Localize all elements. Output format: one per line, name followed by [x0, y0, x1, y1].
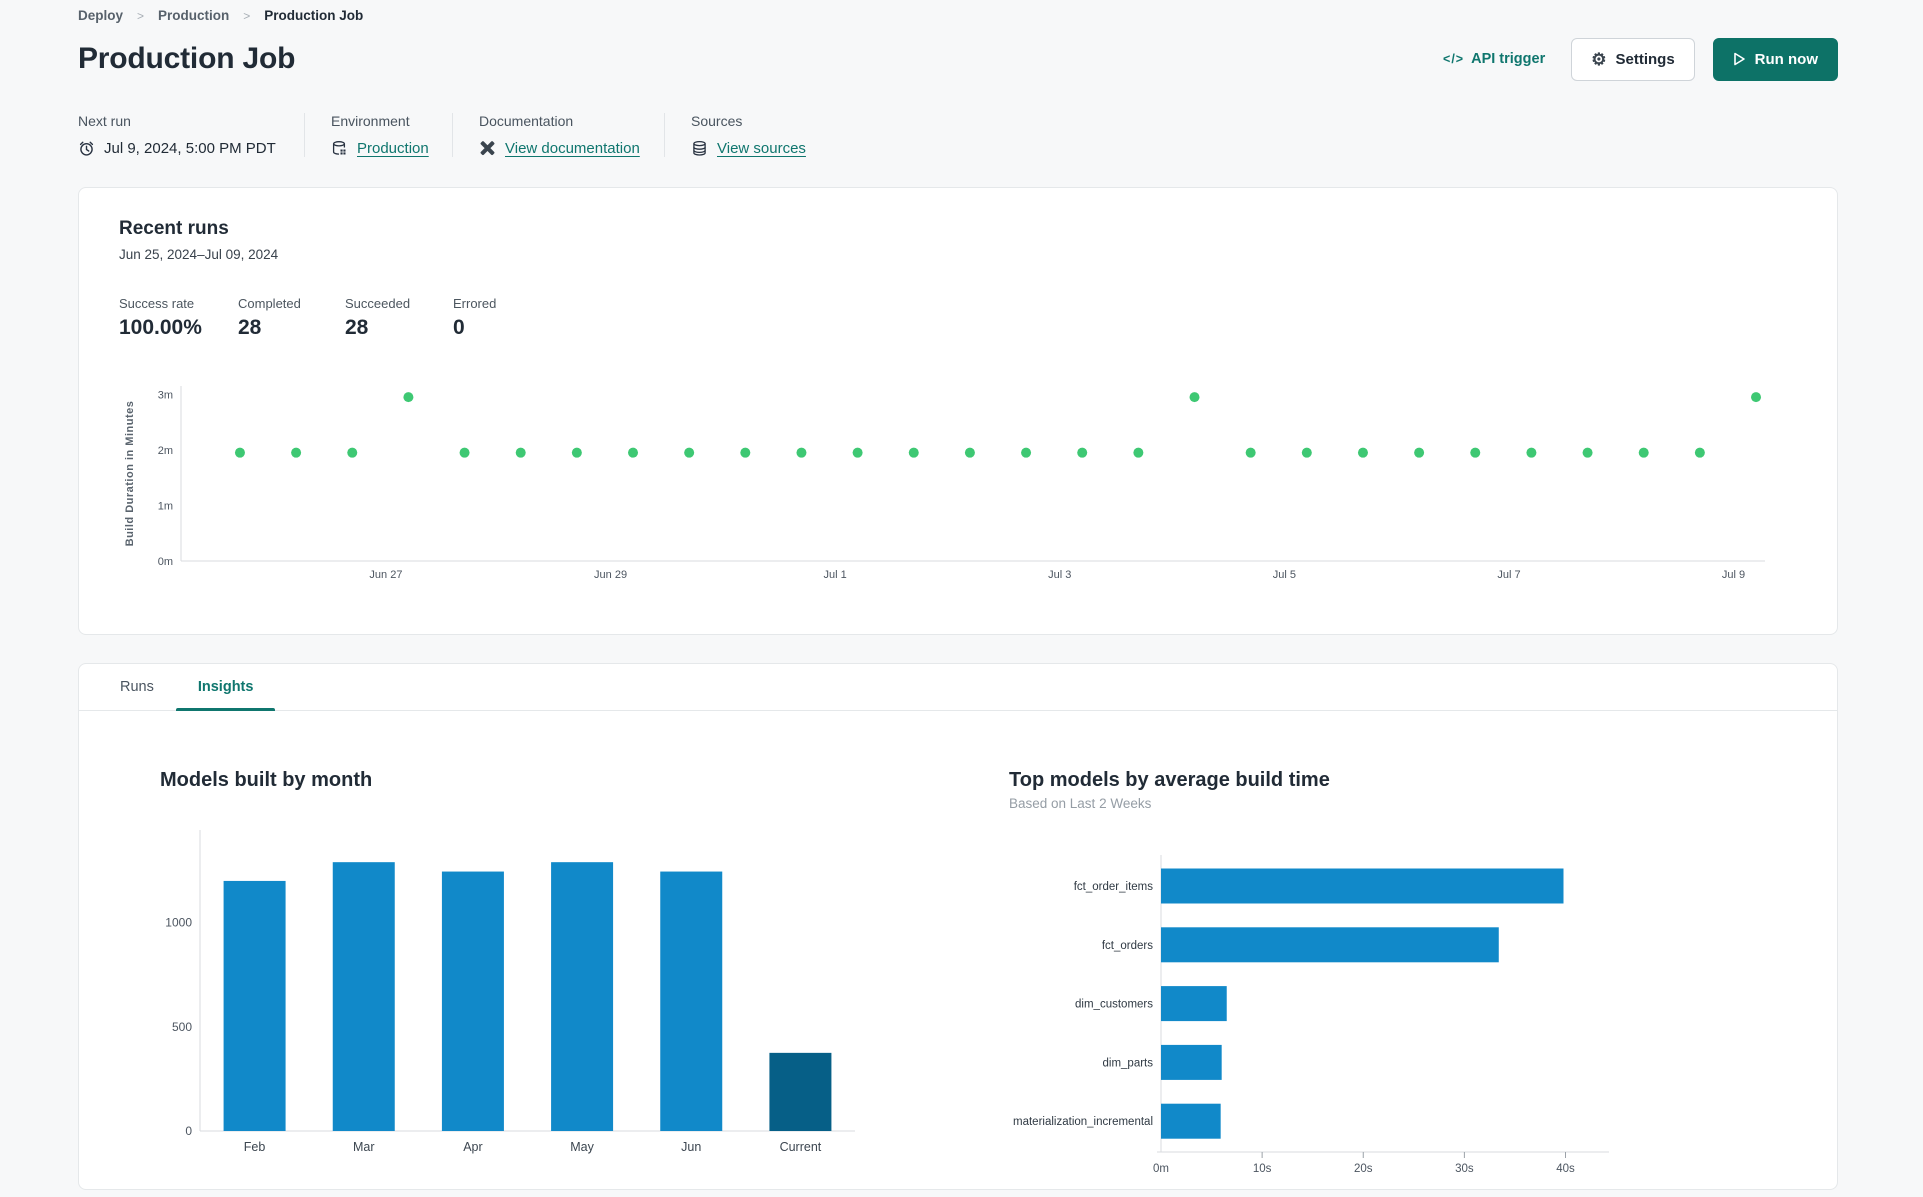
- stat-errored: Errored 0: [453, 296, 496, 340]
- header-actions: </> API trigger ⚙ Settings Run now: [1443, 37, 1838, 81]
- view-documentation-link[interactable]: View documentation: [505, 140, 640, 157]
- stat-value: 100.00%: [119, 316, 202, 339]
- insights-card: Runs Insights Models built by month 0 500…: [78, 663, 1838, 1190]
- stat-value: 0: [453, 316, 465, 339]
- top-models-chart-block: Top models by average build time Based o…: [1009, 769, 1817, 1187]
- run-now-button[interactable]: Run now: [1712, 37, 1838, 81]
- svg-text:May: May: [570, 1140, 594, 1154]
- breadcrumb: Deploy > Production > Production Job: [78, 6, 1838, 23]
- breadcrumb-deploy[interactable]: Deploy: [78, 8, 123, 23]
- meta-label: Documentation: [479, 113, 574, 129]
- meta-label: Environment: [331, 113, 410, 129]
- environment-link[interactable]: Production: [357, 140, 429, 157]
- view-sources-link[interactable]: View sources: [717, 140, 806, 157]
- svg-text:3m: 3m: [158, 389, 173, 401]
- meta-environment: Environment Production: [304, 113, 452, 157]
- svg-text:Jul 5: Jul 5: [1273, 569, 1296, 581]
- svg-text:40s: 40s: [1556, 1163, 1575, 1175]
- clock-icon: [79, 141, 94, 156]
- svg-text:Jul 1: Jul 1: [824, 569, 847, 581]
- stat-label: Succeeded: [345, 296, 411, 311]
- meta-label: Sources: [691, 113, 743, 129]
- page-title: Production Job: [78, 42, 296, 75]
- job-meta-row: Next run Jul 9, 2024, 5:00 PM PDT Enviro…: [78, 113, 1838, 157]
- top-models-title: Top models by average build time: [1009, 769, 1330, 791]
- stat-succeeded: Succeeded 28: [345, 296, 453, 340]
- svg-text:0m: 0m: [158, 556, 173, 568]
- sources-icon: [693, 140, 706, 156]
- stat-label: Completed: [238, 296, 301, 311]
- production-job-page: Deploy > Production > Production Job Pro…: [0, 0, 1923, 1197]
- top-models-hbar-chart: 0m 10s 20s 30s 40s fct_order_items fct_ordersd…: [1009, 837, 1817, 1187]
- breadcrumb-production-job: Production Job: [264, 8, 364, 23]
- breadcrumb-separator-icon: >: [137, 8, 145, 23]
- code-icon: </>: [1443, 52, 1465, 66]
- svg-text:30s: 30s: [1455, 1163, 1474, 1175]
- svg-text:0m: 0m: [1153, 1163, 1169, 1175]
- settings-button[interactable]: ⚙ Settings: [1571, 37, 1695, 81]
- stat-value: 28: [345, 316, 369, 339]
- meta-label: Next run: [78, 113, 131, 129]
- stat-label: Errored: [453, 296, 497, 311]
- models-built-chart-block: Models built by month 0 500 1000 Feb Mar Apr M…: [160, 769, 1009, 1187]
- next-run-value: Jul 9, 2024, 5:00 PM PDT: [104, 140, 276, 157]
- stat-label: Success rate: [119, 296, 195, 311]
- breadcrumb-production[interactable]: Production: [158, 8, 229, 23]
- svg-text:2m: 2m: [158, 445, 173, 457]
- svg-text:dim_parts: dim_parts: [1103, 1057, 1154, 1069]
- svg-text:Apr: Apr: [463, 1140, 482, 1154]
- models-built-bar-chart: 0 500 1000 Feb Mar Apr May Jun Current: [160, 802, 1009, 1167]
- tab-runs-label: Runs: [120, 679, 154, 695]
- stat-value: 28: [238, 316, 262, 339]
- top-models-subtitle: Based on Last 2 Weeks: [1009, 796, 1152, 811]
- tab-insights[interactable]: Insights: [175, 664, 276, 711]
- svg-text:0: 0: [185, 1124, 192, 1138]
- breadcrumb-separator-icon: >: [243, 8, 251, 23]
- svg-text:Jul 7: Jul 7: [1497, 569, 1520, 581]
- meta-next-run: Next run Jul 9, 2024, 5:00 PM PDT: [78, 113, 304, 157]
- svg-text:1m: 1m: [158, 500, 173, 512]
- svg-text:dim_customers: dim_customers: [1075, 999, 1153, 1011]
- active-tab-underline: [175, 708, 276, 711]
- insights-charts-row: Models built by month 0 500 1000 Feb Mar Apr M…: [79, 711, 1837, 1187]
- svg-text:20s: 20s: [1354, 1163, 1373, 1175]
- svg-text:fct_orders: fct_orders: [1102, 940, 1153, 952]
- build-duration-scatter-chart: 0m 1m 2m 3m Jun 27 Jun 29 Jul 1 Jul 3 Jul 5 Jul 7…: [119, 386, 1797, 591]
- tab-runs[interactable]: Runs: [98, 664, 176, 710]
- recent-runs-card: Recent runs Jun 25, 2024–Jul 09, 2024 Su…: [78, 187, 1838, 635]
- svg-text:fct_order_items: fct_order_items: [1074, 881, 1154, 893]
- svg-text:Jul 9: Jul 9: [1722, 569, 1745, 581]
- database-icon: [332, 141, 346, 155]
- api-trigger-label: API trigger: [1471, 51, 1546, 67]
- meta-documentation: Documentation View documentation: [452, 113, 664, 157]
- tab-bar: Runs Insights: [79, 664, 1837, 711]
- svg-text:Build Duration in Minutes: Build Duration in Minutes: [124, 401, 136, 547]
- svg-text:Jun 29: Jun 29: [594, 569, 627, 581]
- models-built-title: Models built by month: [160, 769, 373, 791]
- play-icon: [1733, 52, 1745, 66]
- api-trigger-link[interactable]: </> API trigger: [1443, 51, 1545, 67]
- svg-text:1000: 1000: [165, 916, 192, 930]
- svg-text:500: 500: [172, 1020, 192, 1034]
- stat-success-rate: Success rate 100.00%: [119, 296, 238, 340]
- page-header: Production Job </> API trigger ⚙ Setting…: [78, 35, 1838, 83]
- svg-text:Jun 27: Jun 27: [369, 569, 402, 581]
- tab-insights-label: Insights: [197, 679, 254, 695]
- meta-sources: Sources View sources: [664, 113, 832, 157]
- svg-text:Feb: Feb: [244, 1140, 266, 1154]
- recent-runs-date-range: Jun 25, 2024–Jul 09, 2024: [119, 247, 279, 262]
- recent-runs-stats: Success rate 100.00% Completed 28 Succee…: [119, 296, 1797, 340]
- svg-text:Jul 3: Jul 3: [1048, 569, 1071, 581]
- stat-completed: Completed 28: [238, 296, 345, 340]
- svg-text:Jun: Jun: [681, 1140, 701, 1154]
- dbt-logo-icon: [480, 141, 495, 156]
- svg-text:Current: Current: [780, 1140, 822, 1154]
- recent-runs-title: Recent runs: [119, 218, 229, 239]
- svg-text:10s: 10s: [1253, 1163, 1272, 1175]
- gear-icon: ⚙: [1591, 49, 1607, 69]
- svg-text:materialization_incremental: materialization_incremental: [1013, 1116, 1153, 1128]
- settings-label: Settings: [1615, 50, 1675, 68]
- run-now-label: Run now: [1754, 50, 1818, 68]
- svg-text:Mar: Mar: [353, 1140, 375, 1154]
